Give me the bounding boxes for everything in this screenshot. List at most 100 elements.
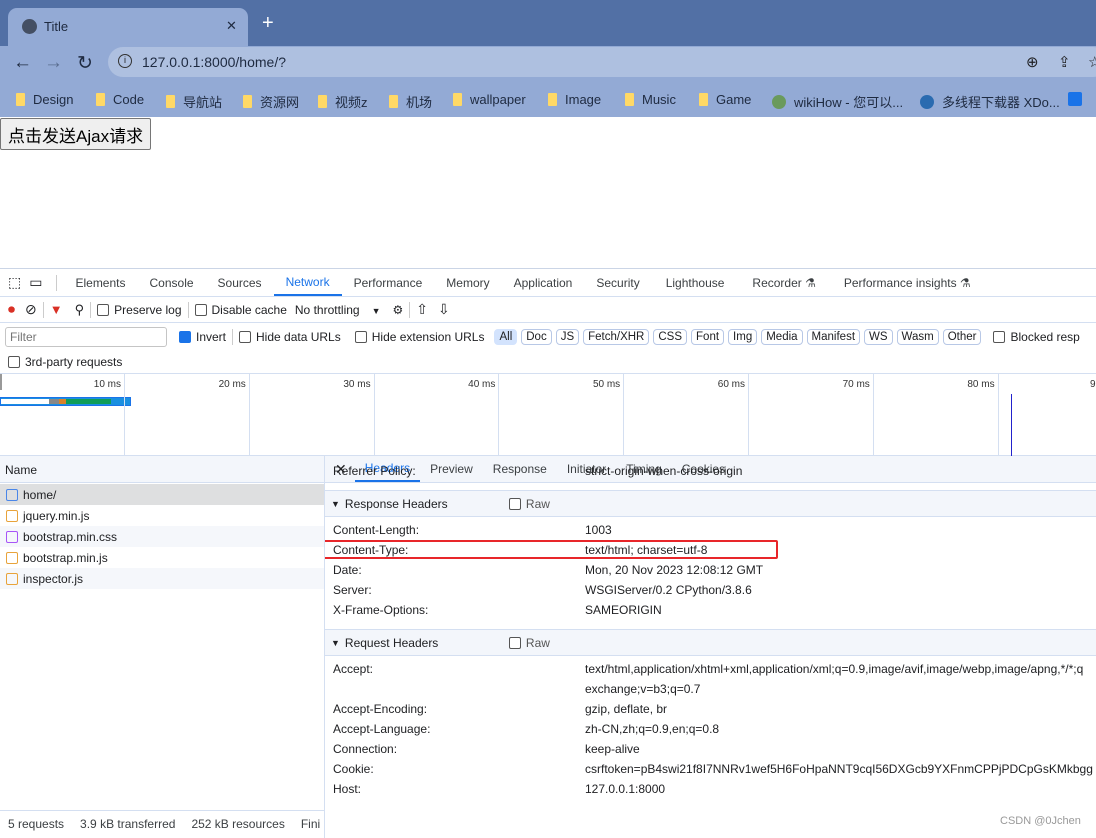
network-overview-timeline[interactable]: 10 ms 20 ms 30 ms 40 ms 50 ms 60 ms 70 ms 80 ms…	[0, 374, 1096, 456]
timeline-bar-home	[0, 397, 131, 406]
export-har-icon[interactable]: ⇩	[438, 301, 450, 318]
bookmark-label: Music	[642, 92, 676, 107]
devtools-tab[interactable]: Console	[138, 269, 206, 296]
preserve-log-label: Preserve log	[114, 302, 182, 317]
raw-checkbox[interactable]: Raw	[508, 497, 550, 511]
bookmark-item[interactable]: 机场	[389, 92, 432, 111]
css-file-icon	[6, 530, 18, 543]
back-icon[interactable]: ←	[13, 52, 32, 74]
devtools-tab[interactable]: Sources	[206, 269, 274, 296]
type-filter-chip[interactable]: Manifest	[806, 329, 861, 345]
devtools-tab[interactable]: Security	[584, 269, 651, 296]
type-filter-chip[interactable]: Fetch/XHR	[583, 329, 650, 345]
filter-icon[interactable]: ▼	[50, 302, 63, 317]
disable-cache-checkbox[interactable]: Disable cache	[194, 303, 287, 317]
search-icon[interactable]: ⚲	[75, 302, 85, 318]
zoom-icon[interactable]: ⊕	[1026, 53, 1039, 71]
timeline-gridline	[373, 374, 375, 456]
address-bar[interactable]: i 127.0.0.1:8000/home/? ⊕ ⇪ ☆	[108, 47, 1096, 77]
bookmark-item[interactable]: 视频z	[318, 92, 368, 111]
network-conditions-icon[interactable]: ⚙	[393, 303, 404, 317]
clear-icon[interactable]: ⊘	[25, 301, 37, 318]
bookmark-item[interactable]: Game	[699, 92, 751, 107]
close-tab-icon[interactable]: ✕	[226, 18, 237, 34]
type-filter-chip[interactable]: Media	[761, 329, 803, 345]
devtools-tab[interactable]: Performance	[342, 269, 435, 296]
bookmark-item[interactable]: 资源网	[243, 92, 299, 111]
hide-data-urls-checkbox[interactable]: Hide data URLs	[239, 330, 341, 344]
filter-input[interactable]	[5, 327, 167, 347]
bookmark-item[interactable]: wallpaper	[453, 92, 526, 107]
info-icon[interactable]: i	[118, 54, 132, 68]
bookmark-item[interactable]: Code	[96, 92, 144, 107]
bookmark-item[interactable]: Design	[16, 92, 73, 107]
header-name: Referrer Policy:	[333, 464, 416, 478]
forward-icon[interactable]: →	[44, 52, 63, 74]
devtools-tab[interactable]: Performance insights ⚗	[830, 269, 985, 296]
devtools-tab[interactable]: Application	[502, 269, 585, 296]
url-text[interactable]: 127.0.0.1:8000/home/?	[142, 54, 286, 70]
third-party-checkbox[interactable]: 3rd-party requests	[8, 355, 122, 369]
response-headers-section[interactable]: ▼ Response Headers Raw	[325, 490, 1096, 517]
record-icon[interactable]: ⏺	[8, 301, 15, 318]
request-row[interactable]: jquery.min.js	[0, 505, 324, 526]
name-column-header[interactable]: Name	[0, 456, 324, 483]
raw-checkbox[interactable]: Raw	[508, 636, 550, 650]
invert-checkbox[interactable]: Invert	[179, 330, 226, 344]
request-row[interactable]: bootstrap.min.css	[0, 526, 324, 547]
bookmark-item[interactable]: wikiHow - 您可以...	[772, 92, 903, 111]
bookmark-overflow[interactable]	[1068, 92, 1082, 106]
preserve-log-checkbox[interactable]: Preserve log	[97, 302, 182, 317]
request-row[interactable]: bootstrap.min.js	[0, 547, 324, 568]
header-value: strict-origin-when-cross-origin	[585, 464, 743, 478]
hide-extension-urls-checkbox[interactable]: Hide extension URLs	[354, 330, 484, 344]
type-filter-chip[interactable]: Font	[691, 329, 725, 345]
header-name: Cookie:	[333, 762, 374, 776]
header-value: keep-alive	[585, 742, 640, 756]
devtools-tab[interactable]: Recorder ⚗	[738, 269, 829, 296]
import-har-icon[interactable]: ⇧	[416, 301, 428, 318]
blocked-responses-checkbox[interactable]: Blocked resp	[993, 330, 1080, 344]
type-filter-chip[interactable]: Doc	[521, 329, 552, 345]
timeline-gridline	[124, 374, 125, 456]
bookmark-item[interactable]: 导航站	[166, 92, 222, 111]
type-filter-chip[interactable]: JS	[555, 329, 580, 345]
request-row[interactable]: home/	[0, 484, 324, 505]
type-filter-chip[interactable]: Other	[942, 329, 982, 345]
devtools-tab[interactable]: Elements	[63, 269, 137, 296]
type-filter-chip[interactable]: All	[494, 329, 518, 345]
throttling-select[interactable]: No throttling ▼	[295, 303, 381, 317]
request-count: 5 requests	[8, 817, 65, 831]
browser-toolbar: ← → ↻ i 127.0.0.1:8000/home/? ⊕ ⇪ ☆	[0, 46, 1096, 82]
timeline-gridline	[498, 374, 500, 456]
new-tab-button[interactable]: +	[262, 12, 274, 35]
tab-title: Title	[44, 19, 69, 34]
bookmark-item[interactable]: Music	[625, 92, 676, 107]
detail-tab[interactable]: Preview	[420, 456, 483, 482]
request-headers-section[interactable]: ▼ Request Headers Raw	[325, 629, 1096, 656]
devtools-tab[interactable]: Network	[273, 269, 342, 296]
type-filter-chip[interactable]: WS	[864, 329, 893, 345]
share-icon[interactable]: ⇪	[1058, 53, 1071, 71]
send-ajax-button[interactable]: 点击发送Ajax请求	[0, 118, 152, 150]
devtools-tab[interactable]: Memory	[434, 269, 501, 296]
type-filter-chip[interactable]: CSS	[653, 329, 688, 345]
star-icon[interactable]: ☆	[1088, 53, 1096, 71]
folder-icon	[453, 93, 462, 106]
browser-tab[interactable]: Title ✕	[8, 8, 248, 46]
devtools-tab[interactable]: Lighthouse	[652, 269, 739, 296]
header-value: 127.0.0.1:8000	[585, 456, 665, 459]
folder-icon	[699, 93, 708, 106]
detail-tab[interactable]: Response	[483, 456, 557, 482]
type-filter-chip[interactable]: Wasm	[896, 329, 939, 345]
header-value: text/html,application/xhtml+xml,applicat…	[585, 662, 1084, 676]
folder-icon	[389, 95, 398, 108]
device-toggle-icon[interactable]: ▭	[29, 274, 50, 291]
bookmark-item[interactable]: 多线程下载器 XDo...	[920, 92, 1060, 111]
request-row[interactable]: inspector.js	[0, 568, 324, 589]
type-filter-chip[interactable]: Img	[728, 329, 758, 345]
inspect-icon[interactable]: ⬚	[0, 274, 29, 291]
reload-icon[interactable]: ↻	[77, 52, 93, 75]
bookmark-item[interactable]: Image	[548, 92, 601, 107]
timeline-handle[interactable]	[0, 374, 2, 390]
